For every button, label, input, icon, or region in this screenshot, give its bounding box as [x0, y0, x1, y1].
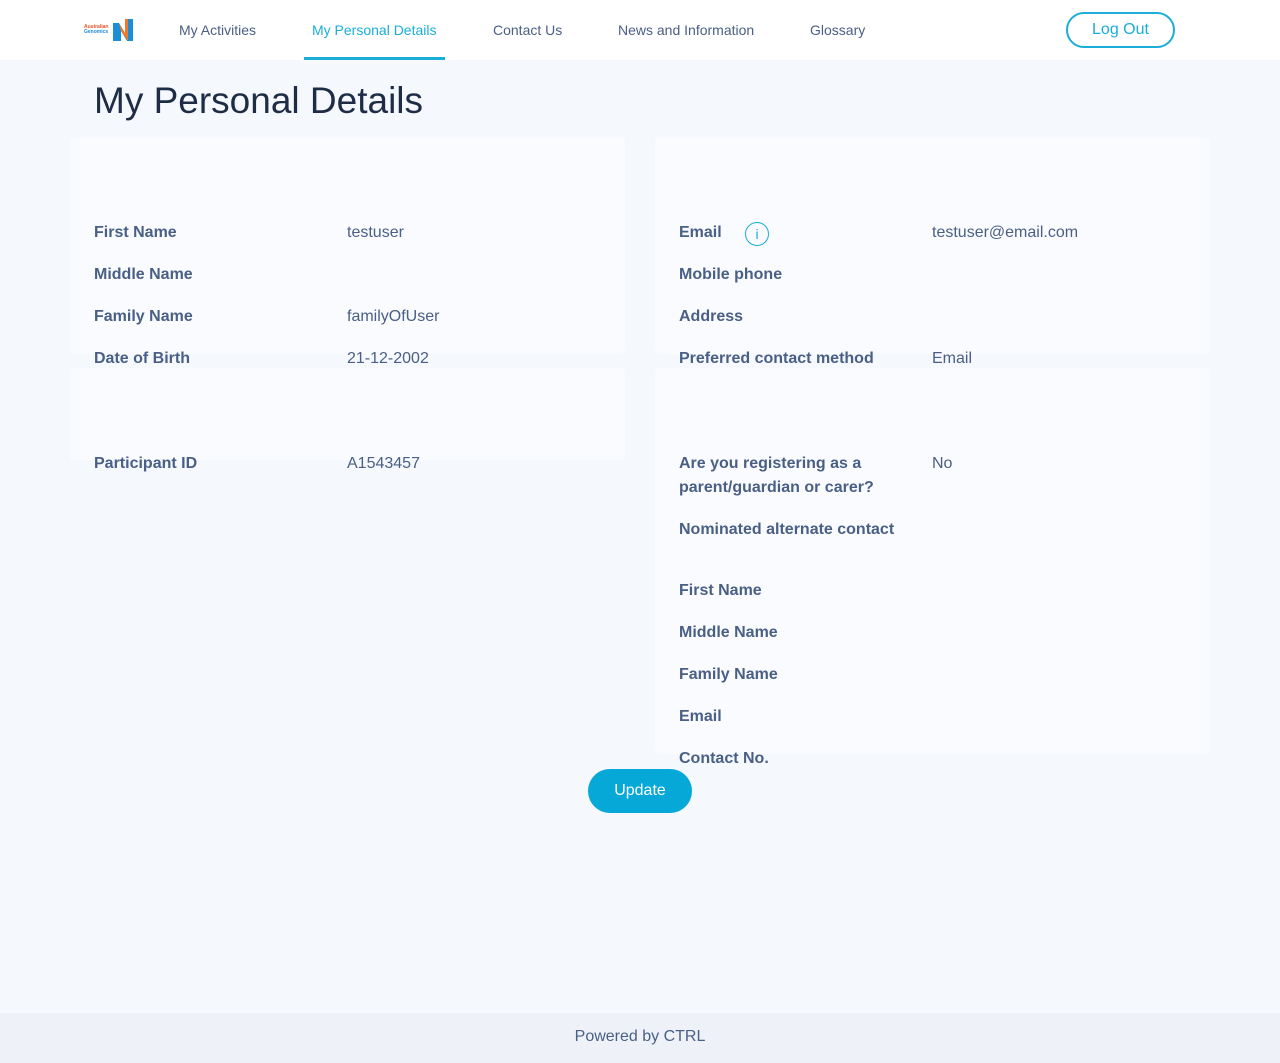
- dob-label: Date of Birth: [94, 350, 190, 367]
- alt-family-name-label: Family Name: [679, 666, 778, 683]
- nav-my-personal-details[interactable]: My Personal Details: [304, 0, 445, 60]
- guardian-question-line2: parent/guardian or carer?: [679, 479, 874, 496]
- family-name-value: familyOfUser: [347, 308, 440, 325]
- guardian-value: No: [932, 455, 953, 472]
- guardian-card: [655, 368, 1210, 754]
- footer: Powered by CTRL: [0, 1013, 1280, 1063]
- participant-card: [70, 368, 625, 460]
- nav-my-activities[interactable]: My Activities: [171, 0, 264, 60]
- alt-email-label: Email: [679, 708, 722, 725]
- family-name-label: Family Name: [94, 308, 193, 325]
- first-name-value: testuser: [347, 224, 404, 241]
- alt-first-name-label: First Name: [679, 582, 762, 599]
- log-out-button[interactable]: Log Out: [1066, 12, 1175, 48]
- nav-glossary[interactable]: Glossary: [802, 0, 873, 60]
- preferred-contact-label: Preferred contact method: [679, 350, 874, 367]
- nav-news-and-information[interactable]: News and Information: [610, 0, 762, 60]
- page-title: My Personal Details: [94, 80, 424, 121]
- alt-middle-name-label: Middle Name: [679, 624, 778, 641]
- preferred-contact-value: Email: [932, 350, 973, 367]
- participant-id-value: A1543457: [347, 455, 420, 472]
- email-value: testuser@email.com: [932, 224, 1079, 241]
- powered-by-text: Powered by CTRL: [574, 1028, 706, 1045]
- australian-genomics-logo[interactable]: Australian Genomics: [84, 17, 136, 43]
- middle-name-label: Middle Name: [94, 266, 193, 283]
- alternate-contact-label: Nominated alternate contact: [679, 521, 895, 538]
- guardian-question-line1: Are you registering as a: [679, 455, 862, 472]
- address-label: Address: [679, 308, 744, 325]
- alt-contact-no-label: Contact No.: [679, 750, 769, 767]
- info-icon[interactable]: i: [745, 222, 769, 246]
- nav-contact-us[interactable]: Contact Us: [485, 0, 570, 60]
- update-button[interactable]: Update: [588, 769, 692, 813]
- mobile-label: Mobile phone: [679, 266, 783, 283]
- dob-value: 21-12-2002: [347, 350, 429, 367]
- email-label: Email: [679, 224, 722, 241]
- top-nav: Australian Genomics My Activities My Pers…: [0, 0, 1280, 60]
- participant-id-label: Participant ID: [94, 455, 198, 472]
- first-name-label: First Name: [94, 224, 177, 241]
